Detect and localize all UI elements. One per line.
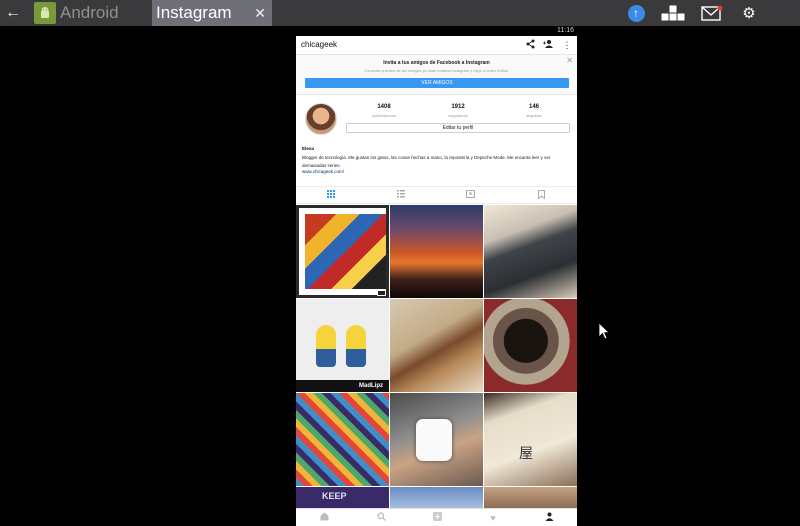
upload-button[interactable]: ↑ bbox=[627, 0, 645, 26]
stat-followers[interactable]: 1912 seguidores bbox=[428, 104, 488, 118]
messages-button[interactable] bbox=[700, 0, 724, 26]
upload-arrow-icon: ↑ bbox=[627, 4, 645, 22]
photo-thumbnail[interactable] bbox=[390, 487, 483, 509]
invite-friends-banner: ✕ Invita a tus amigos de Facebook a Inst… bbox=[296, 55, 577, 95]
profile-username: chicageek bbox=[301, 40, 338, 49]
photo-thumbnail[interactable] bbox=[390, 393, 483, 486]
keyboard-keys-icon bbox=[661, 5, 685, 21]
bio-link[interactable]: www.chicageek.com/ bbox=[302, 169, 344, 174]
status-clock: 11:16 bbox=[557, 27, 574, 34]
stat-posts-label: publicaciones bbox=[371, 113, 397, 118]
madlipz-watermark: MadLipz bbox=[296, 380, 389, 392]
settings-gear-icon[interactable]: ⚙ bbox=[740, 0, 758, 26]
share-icon[interactable] bbox=[525, 39, 535, 51]
back-arrow-icon[interactable]: ← bbox=[0, 0, 26, 26]
profile-icon[interactable] bbox=[543, 512, 555, 524]
photo-thumbnail[interactable] bbox=[296, 393, 389, 486]
list-view-icon[interactable] bbox=[395, 190, 407, 200]
emulator-top-bar: ← Android Instagram ✕ ↑ ⚙ bbox=[0, 0, 800, 26]
lego-bags-photo bbox=[305, 214, 386, 289]
stat-following-label: seguidos bbox=[525, 113, 542, 118]
tagged-photos-icon[interactable] bbox=[464, 190, 476, 200]
profile-view-tabs bbox=[296, 186, 577, 204]
add-person-icon[interactable] bbox=[543, 39, 553, 51]
stat-following-value: 146 bbox=[528, 104, 539, 110]
edit-profile-button[interactable]: Editar tu perfil bbox=[346, 123, 570, 133]
stat-posts[interactable]: 1408 publicaciones bbox=[354, 104, 414, 118]
stat-followers-label: seguidores bbox=[448, 113, 468, 118]
photo-thumbnail[interactable]: 屋 bbox=[484, 393, 577, 486]
stat-following[interactable]: 146 seguidos bbox=[504, 104, 564, 118]
tab-instagram[interactable]: Instagram ✕ bbox=[152, 0, 272, 26]
photo-thumbnail[interactable]: MadLipz bbox=[296, 299, 389, 392]
android-icon bbox=[34, 2, 56, 24]
activity-heart-icon[interactable]: ♥ bbox=[487, 512, 499, 524]
profile-header: chicageek ⋮ bbox=[296, 36, 577, 55]
saved-bookmark-icon[interactable] bbox=[535, 190, 547, 200]
search-icon[interactable] bbox=[375, 512, 387, 524]
tab-instagram-label: Instagram bbox=[156, 3, 232, 22]
photo-thumbnail[interactable] bbox=[484, 487, 577, 509]
close-tab-icon[interactable]: ✕ bbox=[254, 0, 266, 26]
photo-thumbnail[interactable]: KEEP bbox=[296, 487, 389, 509]
photo-thumbnail[interactable] bbox=[296, 205, 389, 298]
bio-text: Blogger de tecnología. Me gustan los gat… bbox=[302, 155, 551, 168]
kanji-text: 屋 bbox=[519, 446, 533, 462]
airpods-case bbox=[416, 419, 452, 461]
see-friends-button[interactable]: VER AMIGOS bbox=[305, 78, 569, 88]
keep-text: KEEP bbox=[322, 491, 347, 501]
photo-thumbnail[interactable] bbox=[484, 205, 577, 298]
stat-followers-value: 1912 bbox=[451, 104, 465, 110]
bottom-navigation: ♥ bbox=[296, 508, 577, 526]
mouse-cursor-icon bbox=[598, 322, 610, 340]
tab-android-label: Android bbox=[60, 3, 119, 22]
banner-title: Invita a tus amigos de Facebook a Instag… bbox=[383, 60, 490, 66]
keyboard-controls-button[interactable] bbox=[660, 0, 686, 26]
instagram-profile-screen: chicageek ⋮ ✕ Invita a tus amigos de Fac… bbox=[296, 36, 577, 526]
mail-icon bbox=[701, 5, 723, 21]
stat-posts-value: 1408 bbox=[377, 104, 391, 110]
tab-android[interactable]: Android bbox=[30, 0, 150, 26]
photo-thumbnail[interactable] bbox=[484, 299, 577, 392]
profile-avatar[interactable] bbox=[305, 103, 337, 135]
home-icon[interactable] bbox=[318, 512, 330, 524]
banner-subtitle: Consulta quienes de tus amigos ya usan t… bbox=[364, 68, 509, 73]
carousel-badge-icon bbox=[377, 290, 386, 296]
grid-view-icon[interactable] bbox=[325, 190, 337, 200]
bio-name: Elena bbox=[302, 146, 315, 151]
photo-grid: MadLipz 屋 KEEP bbox=[296, 205, 577, 509]
more-options-icon[interactable]: ⋮ bbox=[562, 39, 572, 51]
new-post-icon[interactable] bbox=[431, 512, 443, 524]
photo-thumbnail[interactable] bbox=[390, 299, 483, 392]
photo-thumbnail[interactable] bbox=[390, 205, 483, 298]
